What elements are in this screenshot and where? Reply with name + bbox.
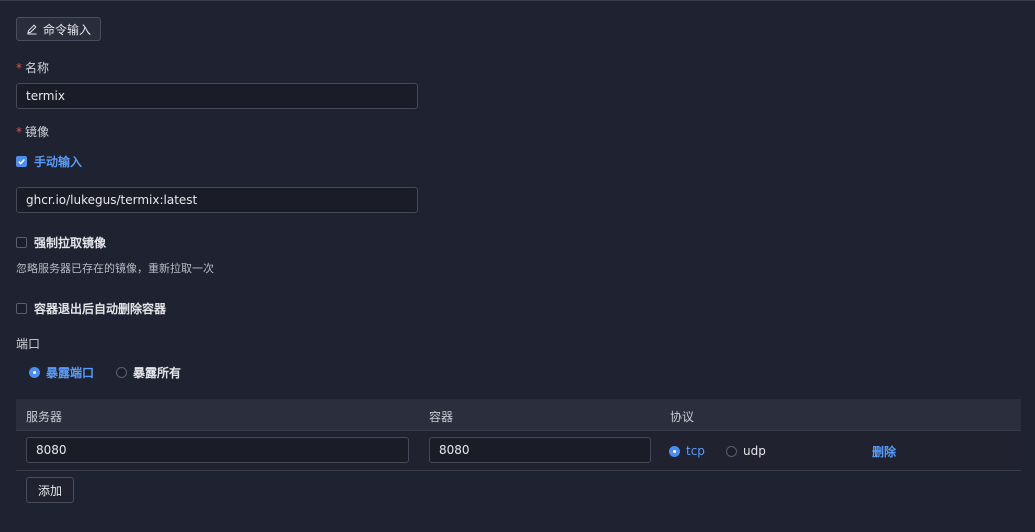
- expose-all-label: 暴露所有: [133, 366, 182, 380]
- expose-ports-label: 暴露端口: [46, 366, 95, 380]
- tcp-label: tcp: [686, 444, 705, 458]
- top-border: [0, 0, 1035, 1]
- manual-input-checkbox-row[interactable]: 手动输入: [16, 153, 82, 170]
- auto-remove-label: 容器退出后自动删除容器: [34, 302, 167, 316]
- udp-radio[interactable]: [726, 445, 737, 457]
- required-mark: *: [16, 125, 22, 139]
- manual-input-checkbox[interactable]: [16, 156, 27, 167]
- expose-all-radio-row[interactable]: 暴露所有: [116, 364, 181, 381]
- command-input-button[interactable]: 命令输入: [16, 17, 101, 41]
- force-pull-checkbox[interactable]: [16, 237, 27, 248]
- ports-label: 端口: [16, 337, 41, 351]
- edit-pencil-icon: [27, 24, 37, 35]
- ports-table-header: 服务器 容器 协议: [16, 399, 1021, 431]
- udp-radio-row[interactable]: udp: [726, 444, 766, 458]
- delete-row-link[interactable]: 删除: [872, 443, 896, 460]
- auto-remove-checkbox[interactable]: [16, 303, 27, 314]
- expose-ports-radio-row[interactable]: 暴露端口: [29, 364, 94, 381]
- manual-input-label: 手动输入: [34, 155, 83, 169]
- header-container: 容器: [429, 410, 454, 424]
- add-port-button[interactable]: 添加: [26, 477, 74, 503]
- image-input[interactable]: ghcr.io/lukegus/termix:latest: [16, 187, 418, 213]
- force-pull-label: 强制拉取镜像: [34, 236, 107, 250]
- tcp-radio-row[interactable]: tcp: [669, 444, 705, 458]
- force-pull-checkbox-row[interactable]: 强制拉取镜像: [16, 234, 106, 251]
- command-input-label: 命令输入: [42, 22, 91, 37]
- auto-remove-checkbox-row[interactable]: 容器退出后自动删除容器: [16, 300, 166, 317]
- udp-label: udp: [743, 444, 766, 458]
- table-row: 8080 8080 tcp udp 删除: [16, 431, 1021, 471]
- name-input[interactable]: termix: [16, 83, 418, 109]
- check-icon: [18, 159, 25, 165]
- server-port-input[interactable]: 8080: [26, 437, 409, 463]
- expose-all-radio[interactable]: [116, 367, 127, 378]
- container-port-input[interactable]: 8080: [429, 437, 651, 463]
- image-label: * 镜像: [16, 125, 50, 139]
- name-label: * 名称: [16, 61, 50, 75]
- header-server: 服务器: [26, 410, 63, 424]
- tcp-radio[interactable]: [669, 445, 680, 457]
- header-protocol: 协议: [670, 410, 695, 424]
- force-pull-hint: 忽略服务器已存在的镜像，重新拉取一次: [16, 262, 214, 275]
- expose-ports-radio[interactable]: [29, 367, 40, 378]
- required-mark: *: [16, 61, 22, 75]
